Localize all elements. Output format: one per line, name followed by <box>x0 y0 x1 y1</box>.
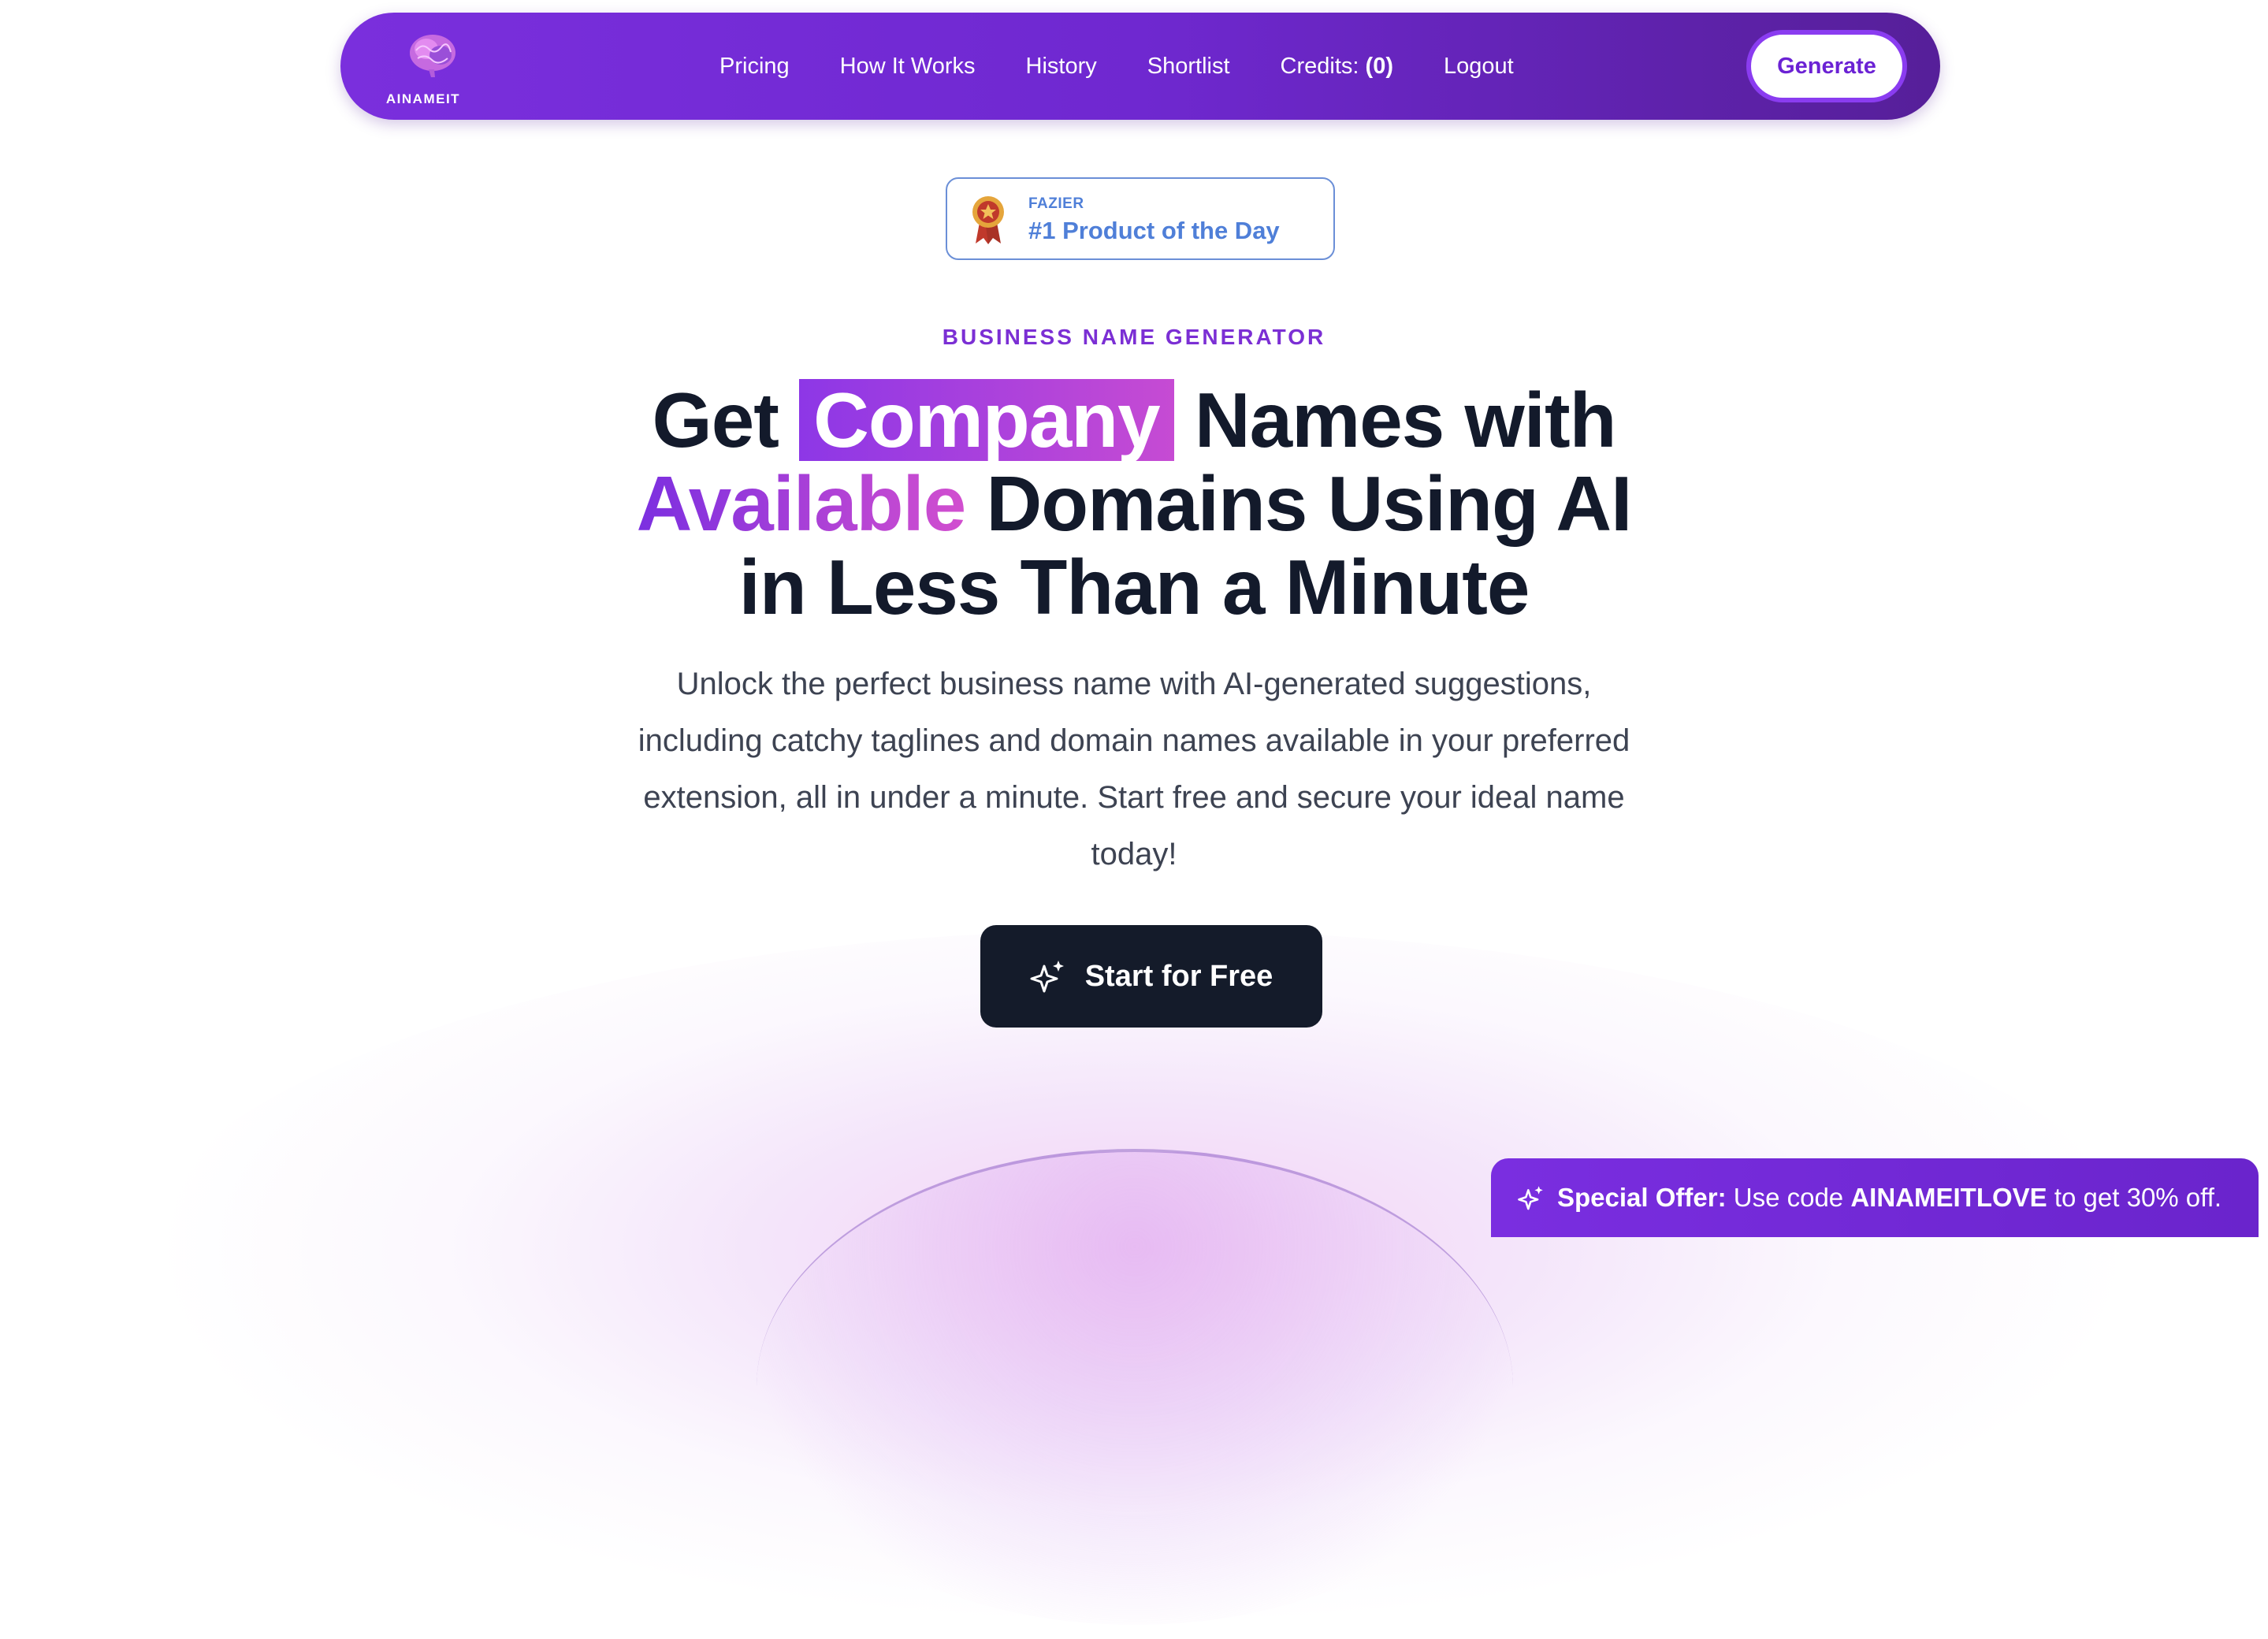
offer-text-after: to get 30% off. <box>2054 1183 2222 1212</box>
nav-link-shortlist[interactable]: Shortlist <box>1147 54 1230 80</box>
badge-kicker: FAZIER <box>1028 195 1084 212</box>
headline-text: Names with <box>1194 377 1617 463</box>
headline-line-3: in Less Than a Minute <box>738 544 1530 630</box>
generate-button[interactable]: Generate <box>1746 30 1907 102</box>
headline-highlight-gradient: Available <box>636 460 967 547</box>
special-offer-banner[interactable]: Special Offer: Use code AINAMEITLOVE to … <box>1491 1158 2259 1237</box>
credits-label: Credits: <box>1280 53 1359 79</box>
start-for-free-button[interactable]: Start for Free <box>980 925 1322 1028</box>
nav-link-history[interactable]: History <box>1026 54 1097 80</box>
nav-links: Pricing How It Works History Shortlist C… <box>719 13 1514 120</box>
nav-link-pricing[interactable]: Pricing <box>719 54 790 80</box>
offer-code: AINAMEITLOVE <box>1850 1183 2047 1212</box>
brand-logo[interactable]: AINAMEIT <box>380 27 467 106</box>
nav-link-logout[interactable]: Logout <box>1444 54 1514 80</box>
sparkles-icon <box>1518 1186 1543 1210</box>
brand-name: AINAMEIT <box>385 91 461 106</box>
medal-icon <box>972 196 1004 244</box>
hero-eyebrow: BUSINESS NAME GENERATOR <box>942 325 1326 349</box>
cta-label: Start for Free <box>1084 959 1273 993</box>
product-of-day-badge[interactable]: FAZIER #1 Product of the Day <box>946 177 1335 260</box>
hero-headline: Get Company Names with Available Domains… <box>0 378 2268 629</box>
nav-link-credits[interactable]: Credits: (0) <box>1281 54 1393 80</box>
background-arc <box>757 1149 1513 1625</box>
nav-link-how-it-works[interactable]: How It Works <box>840 54 976 80</box>
headline-highlight-box: Company <box>799 379 1174 461</box>
top-navbar: AINAMEIT Pricing How It Works History Sh… <box>340 13 1940 120</box>
offer-label: Special Offer: <box>1557 1183 1727 1212</box>
badge-title: #1 Product of the Day <box>1028 217 1280 244</box>
hero-subtitle: Unlock the perfect business name with AI… <box>638 667 1630 872</box>
sparkles-icon <box>1030 961 1064 993</box>
headline-text: Get <box>652 377 779 463</box>
offer-text: Use code <box>1733 1183 1844 1212</box>
headline-line-1: Get Company Names with <box>0 378 2268 462</box>
credits-count: (0) <box>1365 53 1393 79</box>
headline-line-2: Available Domains Using AI <box>0 462 2268 545</box>
brain-icon <box>410 35 455 77</box>
headline-text: Domains Using AI <box>986 460 1633 547</box>
